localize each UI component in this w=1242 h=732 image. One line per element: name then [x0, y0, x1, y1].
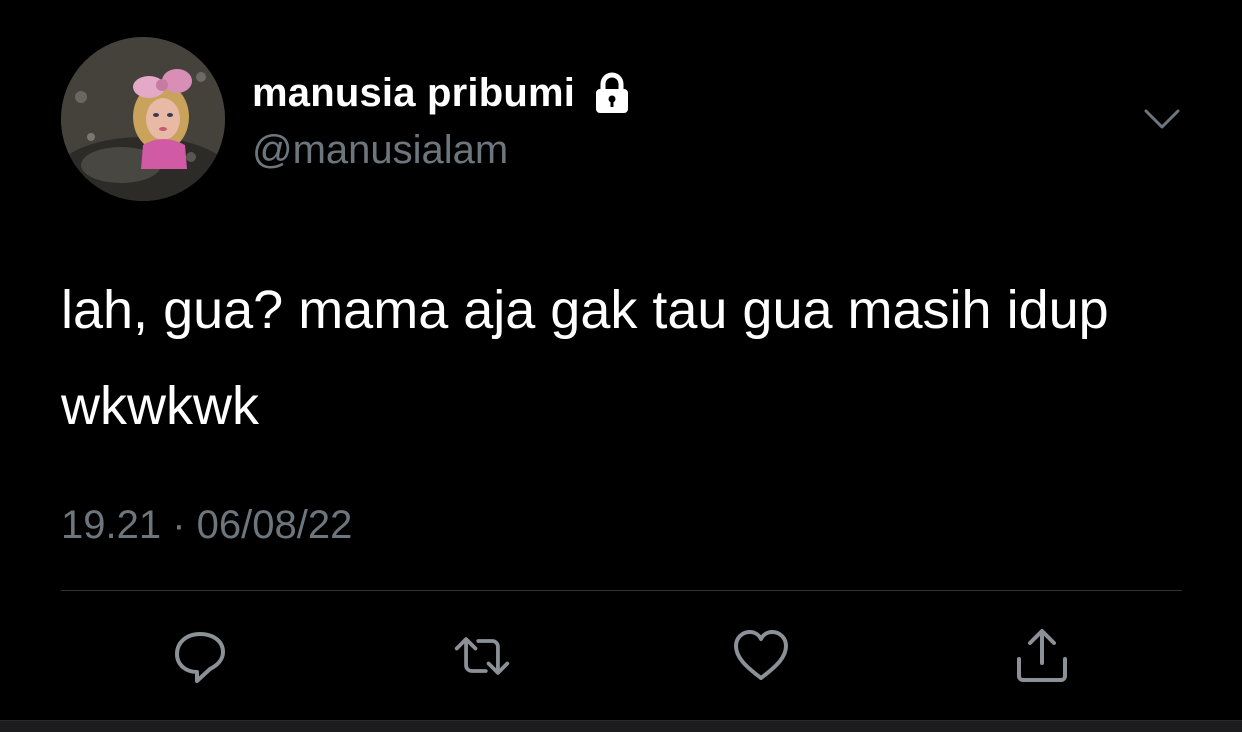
chevron-down-icon[interactable]	[1142, 103, 1182, 133]
reply-button[interactable]	[170, 626, 230, 686]
avatar-image	[61, 37, 225, 201]
share-icon	[1017, 629, 1067, 682]
avatar[interactable]	[61, 37, 225, 201]
retweet-button[interactable]	[452, 626, 512, 686]
tweet: manusia pribumi @manusialam lah, gua? ma…	[0, 0, 1242, 720]
share-button[interactable]	[1012, 626, 1072, 686]
lock-icon	[589, 70, 635, 116]
tweet-text: lah, gua? mama aja gak tau gua masih idu…	[61, 280, 1109, 436]
display-name-row: manusia pribumi	[252, 68, 635, 118]
reply-icon	[175, 632, 225, 683]
display-name[interactable]: manusia pribumi	[252, 71, 575, 116]
tweet-timestamp[interactable]: 19.21 · 06/08/22	[61, 503, 352, 548]
bottom-strip	[0, 720, 1242, 732]
heart-icon	[734, 630, 788, 680]
retweet-icon	[454, 637, 510, 675]
user-handle[interactable]: @manusialam	[252, 128, 508, 173]
divider	[61, 590, 1182, 591]
like-button[interactable]	[731, 626, 791, 686]
